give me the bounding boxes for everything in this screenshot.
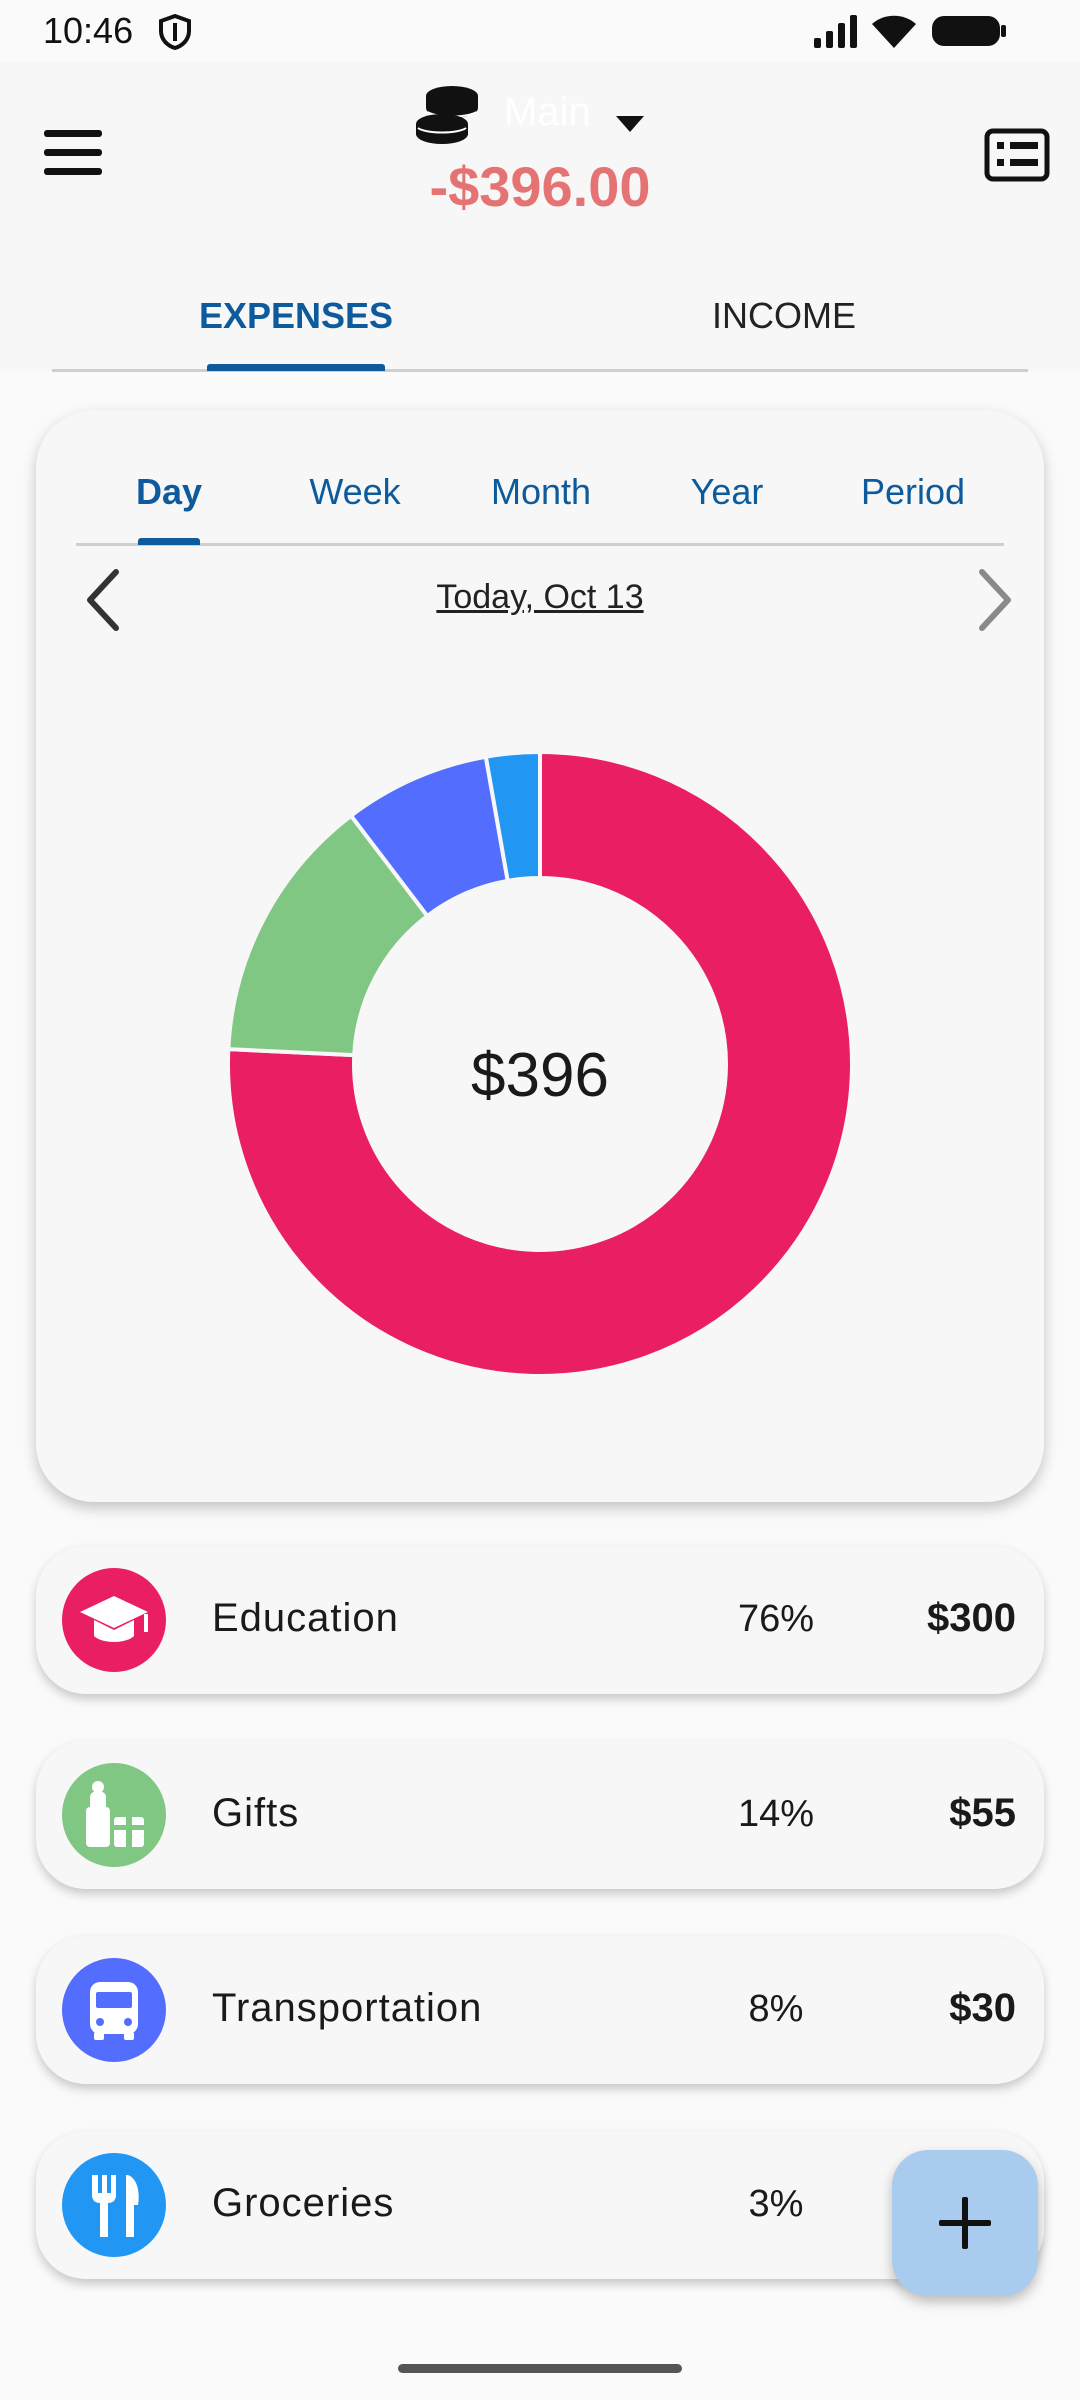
status-bar: 10:46: [0, 0, 1080, 62]
chart-card: Day Week Month Year Period Today, Oct 13…: [36, 410, 1044, 1502]
category-name: Gifts: [212, 1791, 300, 1835]
period-indicator: [138, 538, 200, 545]
signal-icon: [814, 15, 857, 48]
graduation-cap-icon: [80, 1596, 148, 1642]
period-tab-period[interactable]: Period: [820, 434, 1006, 546]
account-name: Main: [504, 90, 591, 134]
account-selector[interactable]: Main: [412, 78, 662, 148]
account-balance: -$396.00: [429, 155, 651, 218]
fork-knife-icon: [92, 2175, 139, 2237]
period-tabs: Day Week Month Year Period: [76, 434, 1004, 546]
shield-icon: [159, 14, 191, 50]
screen: 10:46 Main -$396.00 EXPENSES INCOME Day …: [0, 0, 1080, 2400]
main-tabs: EXPENSES INCOME: [52, 268, 1028, 372]
battery-icon: [932, 16, 1006, 46]
category-icon-badge: [62, 1958, 166, 2062]
category-amount: $30: [949, 1986, 1016, 2030]
report-list-icon[interactable]: [984, 128, 1050, 182]
caret-down-icon: [616, 116, 644, 132]
period-tab-month[interactable]: Month: [448, 434, 634, 546]
period-tab-year[interactable]: Year: [634, 434, 820, 546]
category-name: Transportation: [212, 1986, 483, 2030]
date-label[interactable]: Today, Oct 13: [36, 578, 1044, 617]
home-indicator[interactable]: [398, 2364, 682, 2373]
category-icon-badge: [62, 1568, 166, 1672]
add-transaction-button[interactable]: [892, 2150, 1038, 2296]
category-amount: $300: [927, 1596, 1016, 1640]
period-tab-week[interactable]: Week: [262, 434, 448, 546]
app-header: Main -$396.00 EXPENSES INCOME: [0, 62, 1080, 372]
category-name: Groceries: [212, 2181, 395, 2225]
tab-income[interactable]: INCOME: [540, 268, 1028, 372]
category-percent: 76%: [737, 1598, 815, 1640]
wifi-icon: [872, 15, 916, 48]
category-icon-badge: [62, 1763, 166, 1867]
category-icon-badge: [62, 2153, 166, 2257]
status-time: 10:46: [43, 10, 134, 51]
coins-icon: [416, 86, 478, 144]
category-name: Education: [212, 1596, 399, 1640]
chevron-right-icon[interactable]: [962, 562, 1022, 638]
donut-total: $396: [471, 1041, 609, 1110]
bus-icon: [90, 1982, 138, 2040]
tab-expenses[interactable]: EXPENSES: [52, 268, 540, 372]
category-percent: 3%: [748, 2183, 804, 2225]
gift-icon: [86, 1781, 144, 1847]
category-amount: $55: [949, 1791, 1016, 1835]
category-row-transportation[interactable]: Transportation 8% $30: [36, 1936, 1044, 2084]
category-row-gifts[interactable]: Gifts 14% $55: [36, 1741, 1044, 1889]
category-row-education[interactable]: Education 76% $300: [36, 1546, 1044, 1694]
category-percent: 14%: [737, 1793, 815, 1835]
category-percent: 8%: [748, 1988, 804, 2030]
period-tab-day[interactable]: Day: [76, 434, 262, 546]
plus-icon: [939, 2197, 991, 2249]
tab-indicator: [207, 364, 385, 371]
